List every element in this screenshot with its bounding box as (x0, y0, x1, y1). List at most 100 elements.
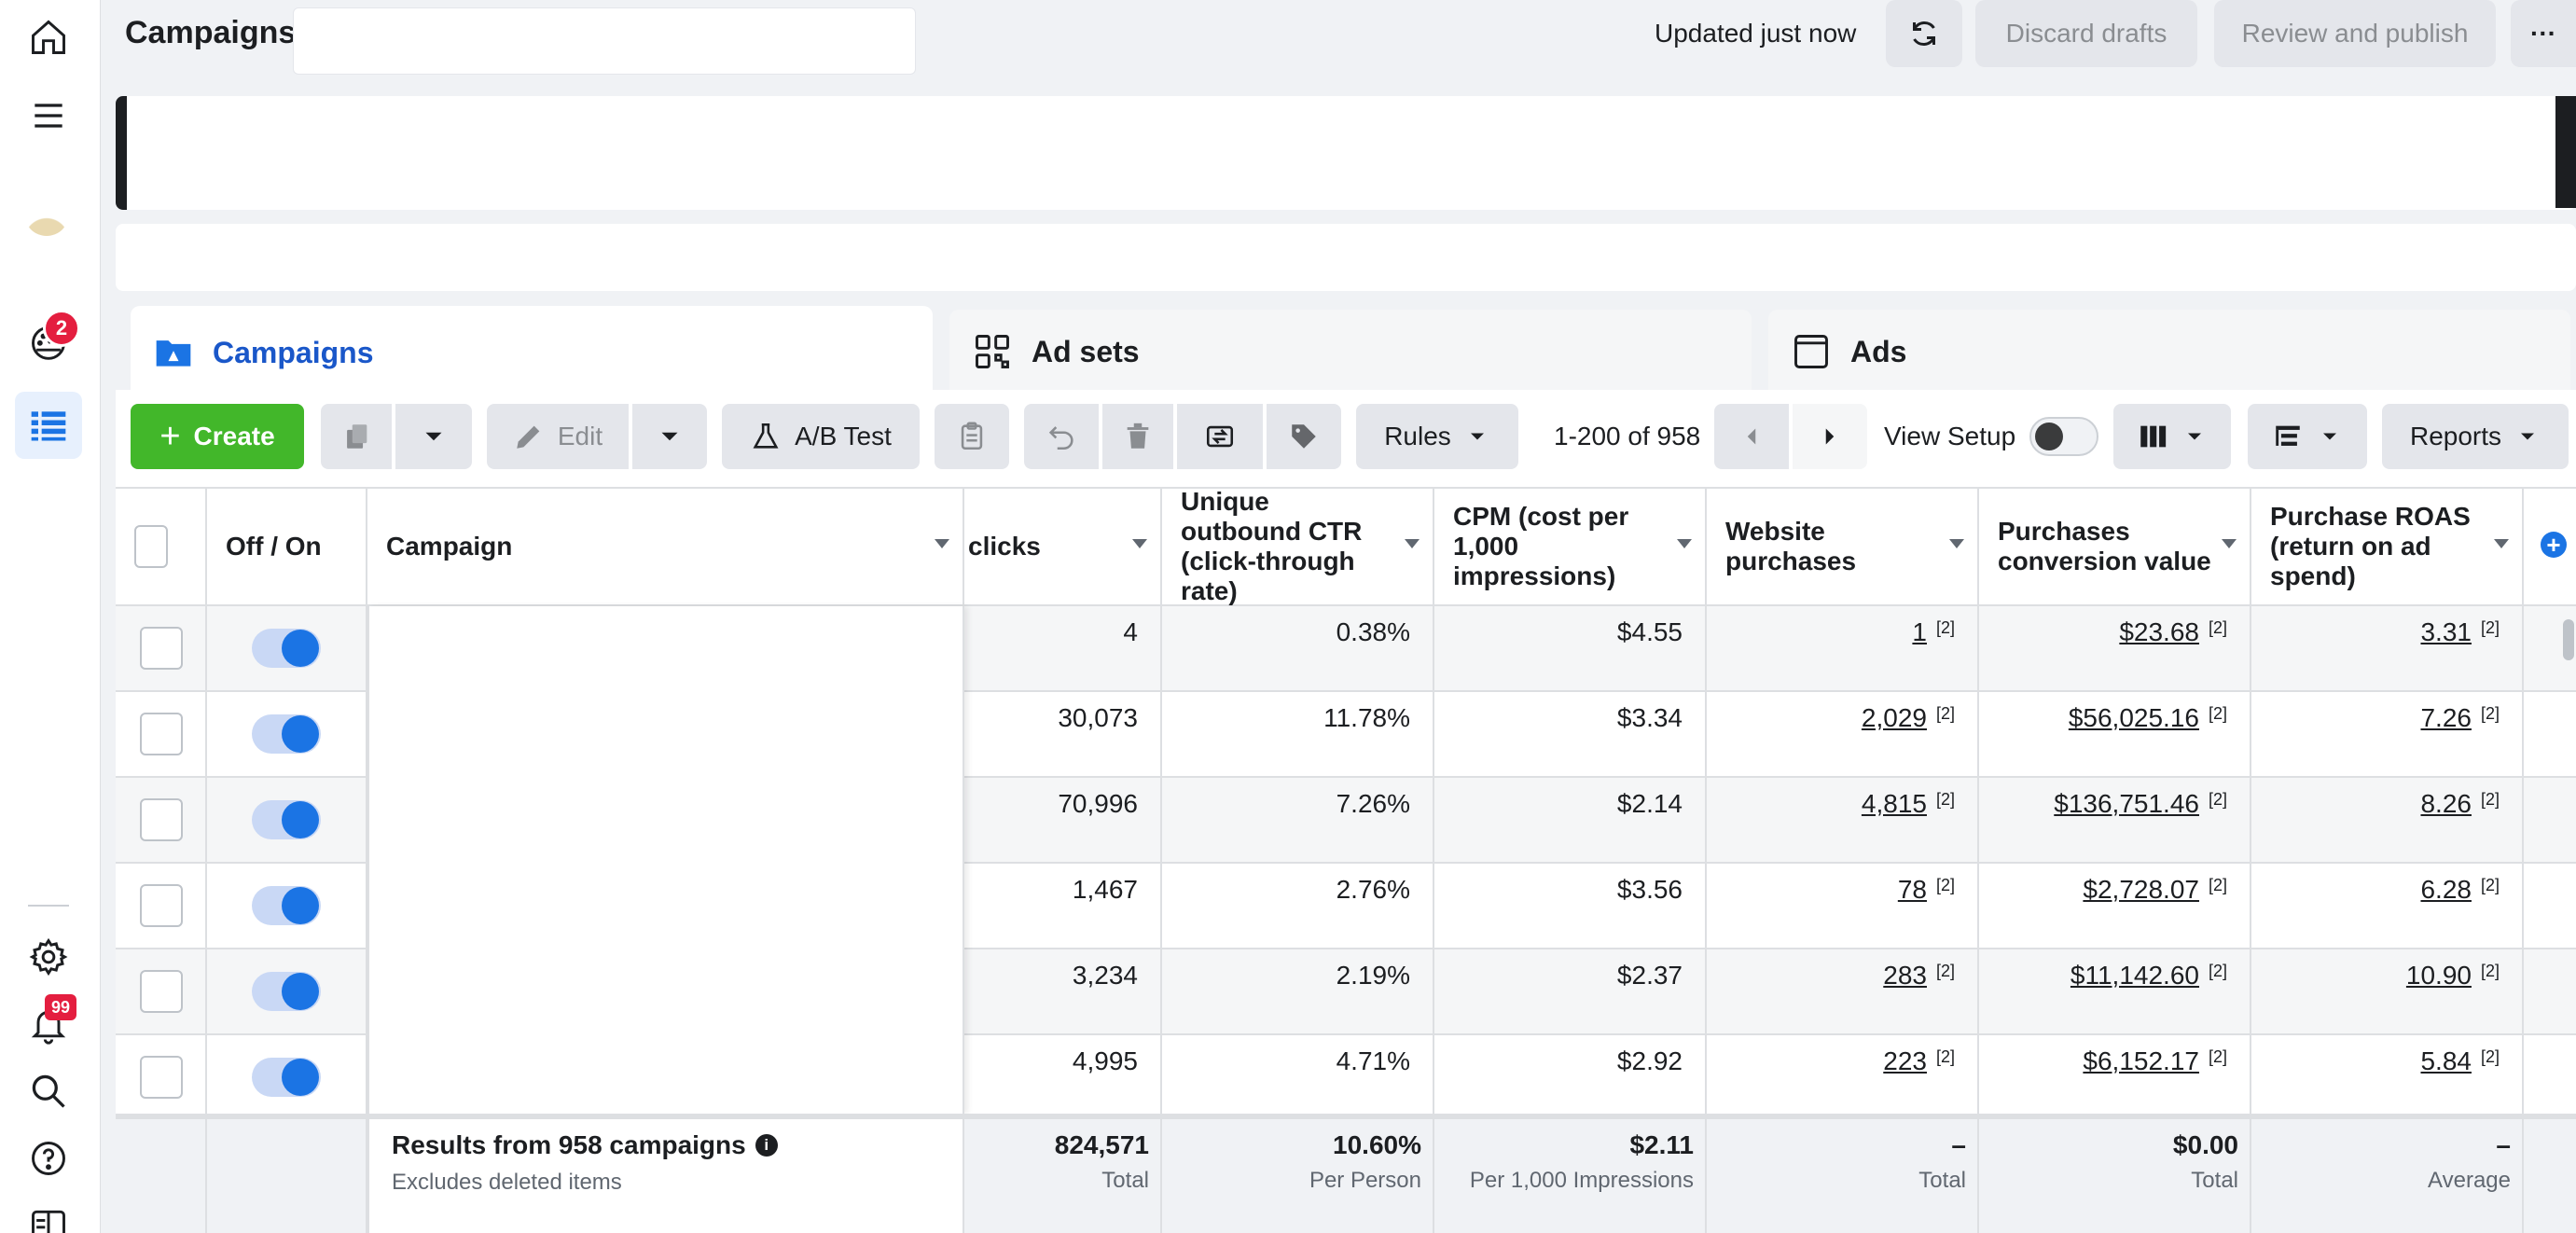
cell-value[interactable]: $6,152.17 [2] (1979, 1035, 2251, 1121)
header-ctr-label: Unique outbound CTR (click-through rate) (1181, 487, 1363, 605)
total-clicks-value: 824,571 (1054, 1130, 1149, 1159)
cell-purchases[interactable]: 4,815 [2] (1707, 778, 1979, 864)
cell-purchases[interactable]: 283 [2] (1707, 949, 1979, 1035)
clipboard-button[interactable] (935, 404, 1009, 469)
tab-ad-sets[interactable]: Ad sets (949, 310, 1752, 394)
cell-value-value: $11,142.60 (2070, 961, 2199, 990)
prev-page-button[interactable] (1714, 404, 1789, 469)
cell-value[interactable]: $23.68 [2] (1979, 606, 2251, 692)
header-off-on[interactable]: Off / On (207, 487, 367, 606)
edit-dropdown[interactable] (632, 404, 707, 469)
cell-cpm-value: $2.14 (1616, 789, 1683, 818)
row-checkbox[interactable] (140, 1056, 183, 1099)
header-unique-outbound-ctr[interactable]: Unique outbound CTR (click-through rate) (1162, 487, 1434, 606)
cell-value[interactable]: $136,751.46 [2] (1979, 778, 2251, 864)
header-purchase-roas[interactable]: Purchase ROAS (return on ad spend) (2251, 487, 2524, 606)
cell-clicks-value: 70,996 (1058, 789, 1138, 818)
reports-book-icon[interactable] (15, 1192, 82, 1233)
campaign-on-off-toggle[interactable] (252, 714, 321, 754)
attribution-ref: [2] (2480, 704, 2500, 723)
row-checkbox[interactable] (140, 713, 183, 755)
cell-roas-value: 8.26 (2420, 789, 2472, 818)
cell-roas[interactable]: 3.31 [2] (2251, 606, 2524, 692)
cell-purchases[interactable]: 78 [2] (1707, 864, 1979, 949)
cell-roas[interactable]: 10.90 [2] (2251, 949, 2524, 1035)
total-purchases-caption: Total (1918, 1168, 1966, 1193)
duplicate-dropdown[interactable] (395, 404, 472, 469)
caret-left-icon (1747, 428, 1756, 445)
vertical-scrollbar[interactable] (2563, 619, 2574, 660)
attribution-ref: [2] (1935, 618, 1955, 637)
attribution-ref: [2] (2208, 704, 2227, 723)
header-campaign[interactable]: Campaign (367, 487, 964, 606)
discard-drafts-button[interactable]: Discard drafts (1975, 0, 2197, 67)
cell-cpm: $2.37 (1434, 949, 1707, 1035)
more-options-button[interactable]: ··· (2511, 0, 2576, 67)
campaign-on-off-toggle[interactable] (252, 1058, 321, 1097)
cell-clicks-value: 3,234 (1072, 961, 1138, 990)
avatar[interactable] (24, 191, 69, 236)
campaign-on-off-toggle[interactable] (252, 800, 321, 839)
refresh-button[interactable] (1886, 0, 1962, 67)
campaigns-table-icon[interactable] (15, 392, 82, 459)
duplicate-button[interactable] (321, 404, 392, 469)
reports-button[interactable]: Reports (2382, 404, 2569, 469)
add-column-icon[interactable]: + (2541, 531, 2567, 559)
undo-button[interactable] (1024, 404, 1099, 469)
cell-purchases-value: 4,815 (1861, 789, 1927, 818)
account-selector[interactable] (293, 7, 916, 75)
ab-test-label: A/B Test (795, 422, 892, 450)
header-conversion-value[interactable]: Purchases conversion value (1979, 487, 2251, 606)
edit-button[interactable]: Edit (487, 404, 629, 469)
tag-button[interactable] (1267, 404, 1341, 469)
cell-purchases[interactable]: 1 [2] (1707, 606, 1979, 692)
caret-down-icon (2521, 433, 2535, 440)
view-setup-toggle[interactable] (2029, 417, 2098, 456)
home-icon[interactable] (15, 4, 82, 71)
ab-test-button[interactable]: A/B Test (722, 404, 920, 469)
cell-purchases[interactable]: 2,029 [2] (1707, 692, 1979, 778)
performance-gauge-icon[interactable]: 2 (15, 308, 82, 375)
menu-icon[interactable] (15, 82, 82, 149)
campaign-on-off-toggle[interactable] (252, 886, 321, 925)
tab-campaigns[interactable]: Campaigns (131, 306, 933, 399)
row-checkbox[interactable] (140, 884, 183, 927)
review-publish-button[interactable]: Review and publish (2214, 0, 2496, 67)
row-checkbox[interactable] (140, 970, 183, 1013)
header-clicks[interactable]: clicks (964, 487, 1162, 606)
cell-roas[interactable]: 5.84 [2] (2251, 1035, 2524, 1121)
delete-button[interactable] (1102, 404, 1173, 469)
select-all-checkbox[interactable] (134, 525, 168, 568)
export-button[interactable] (1177, 404, 1263, 469)
info-icon[interactable]: i (755, 1134, 778, 1157)
rules-button[interactable]: Rules (1356, 404, 1518, 469)
cell-roas[interactable]: 8.26 [2] (2251, 778, 2524, 864)
cell-roas[interactable]: 7.26 [2] (2251, 692, 2524, 778)
cell-value[interactable]: $11,142.60 [2] (1979, 949, 2251, 1035)
cell-clicks: 4,995 (964, 1035, 1162, 1121)
next-page-button[interactable] (1793, 404, 1867, 469)
export-arrows-icon (1206, 425, 1234, 448)
bell-icon[interactable]: 99 (15, 991, 82, 1058)
row-checkbox[interactable] (140, 798, 183, 841)
cell-roas[interactable]: 6.28 [2] (2251, 864, 2524, 949)
header-website-purchases[interactable]: Website purchases (1707, 487, 1979, 606)
left-nav-rail: 2 99 (0, 0, 101, 1233)
cell-value[interactable]: $2,728.07 [2] (1979, 864, 2251, 949)
gear-icon[interactable] (15, 923, 82, 991)
cell-clicks: 3,234 (964, 949, 1162, 1035)
row-checkbox[interactable] (140, 627, 183, 670)
campaign-on-off-toggle[interactable] (252, 629, 321, 668)
help-icon[interactable] (15, 1125, 82, 1192)
columns-button[interactable] (2113, 404, 2231, 469)
breakdown-button[interactable] (2248, 404, 2367, 469)
cell-value[interactable]: $56,025.16 [2] (1979, 692, 2251, 778)
search-icon[interactable] (15, 1058, 82, 1125)
create-button[interactable]: + Create (131, 404, 304, 469)
header-cpm[interactable]: CPM (cost per 1,000 impressions) (1434, 487, 1707, 606)
cell-purchases[interactable]: 223 [2] (1707, 1035, 1979, 1121)
tab-ads[interactable]: Ads (1768, 310, 2570, 394)
toggle-knob (282, 973, 319, 1010)
campaign-on-off-toggle[interactable] (252, 972, 321, 1011)
total-cpm: $2.11 Per 1,000 Impressions (1434, 1119, 1707, 1233)
